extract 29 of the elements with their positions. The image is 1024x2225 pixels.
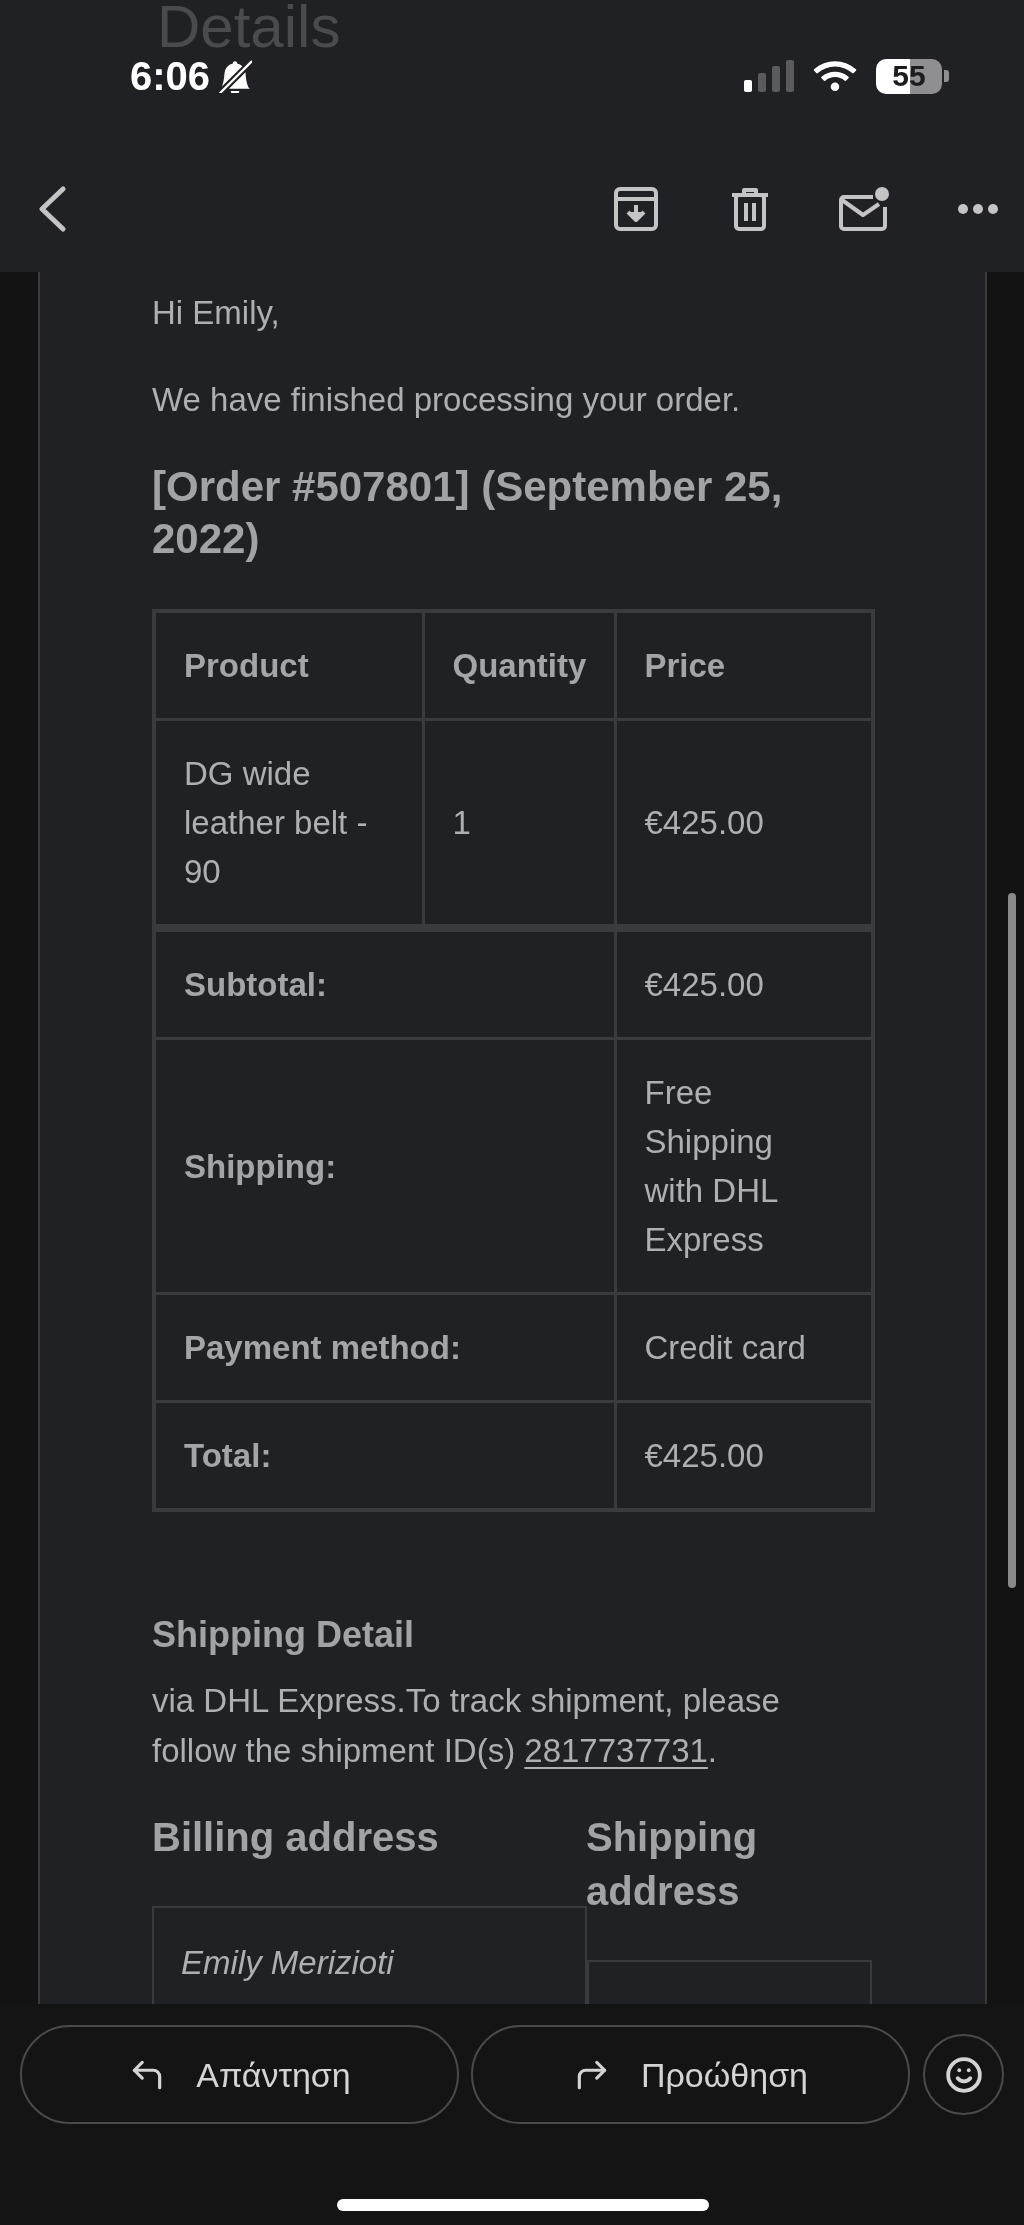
wifi-icon: [812, 59, 858, 93]
order-heading: [Order #507801] (September 25, 2022): [152, 462, 784, 564]
shipping-address-heading: Shipping address: [586, 1814, 759, 1915]
shipping-detail-text: via DHL Express.To track shipment, please follow the shipment ID(s) 2817737731.: [152, 1681, 781, 1771]
reply-button[interactable]: Απάντηση: [20, 2025, 459, 2124]
signal-icon: [744, 60, 794, 92]
intro-text: We have finished processing your order.: [152, 380, 742, 420]
smiley-icon: [944, 2055, 983, 2094]
row-label: Shipping:: [154, 1038, 615, 1294]
envelope-dot-icon: [839, 187, 889, 231]
trash-icon: [730, 187, 770, 231]
archive-box-icon: [614, 187, 658, 231]
greeting-text: Hi Emily,: [152, 293, 281, 333]
shipping-detail-heading: Shipping Detail: [152, 1613, 415, 1657]
bell-slash-icon: [218, 59, 253, 93]
forward-button[interactable]: Προώθηση: [471, 2025, 910, 2124]
row-label: Subtotal:: [154, 930, 615, 1039]
chevron-left-icon: [38, 186, 66, 232]
address-line: Emily Merizioti: [181, 1943, 396, 1983]
table-cell: €425.00: [615, 930, 873, 1039]
column-header: Quantity: [423, 611, 615, 720]
column-header: Product: [154, 611, 423, 720]
row-label: Payment method:: [154, 1293, 615, 1402]
more-icon: [958, 204, 998, 214]
tracking-link[interactable]: 2817737731: [524, 1732, 708, 1769]
emoji-button[interactable]: [923, 2034, 1004, 2115]
billing-address-heading: Billing address: [152, 1814, 440, 1861]
status-time: 6:06: [130, 56, 211, 96]
battery-indicator: 55: [876, 58, 949, 94]
